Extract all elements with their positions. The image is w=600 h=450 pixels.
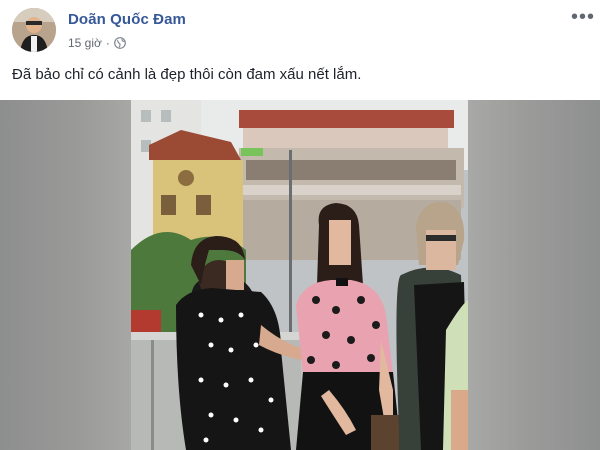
post-time[interactable]: 15 giờ <box>68 36 102 50</box>
avatar-image <box>12 8 56 52</box>
globe-icon[interactable] <box>113 37 126 49</box>
post-text: Đã bảo chỉ có cảnh là đẹp thôi còn đam x… <box>12 66 362 83</box>
post-video[interactable] <box>0 100 600 450</box>
video-frame <box>131 100 468 450</box>
author-avatar[interactable] <box>12 8 56 52</box>
facebook-post: Doãn Quốc Đam 15 giờ · ••• Đã bảo chỉ có… <box>0 0 600 450</box>
meta-separator: · <box>105 36 110 50</box>
post-header: Doãn Quốc Đam 15 giờ · ••• <box>0 0 600 62</box>
more-options-icon[interactable]: ••• <box>571 7 595 27</box>
blurred-right-edge <box>468 100 600 450</box>
post-meta: 15 giờ · <box>68 36 126 50</box>
blurred-left-edge <box>0 100 131 450</box>
author-name[interactable]: Doãn Quốc Đam <box>68 11 186 28</box>
